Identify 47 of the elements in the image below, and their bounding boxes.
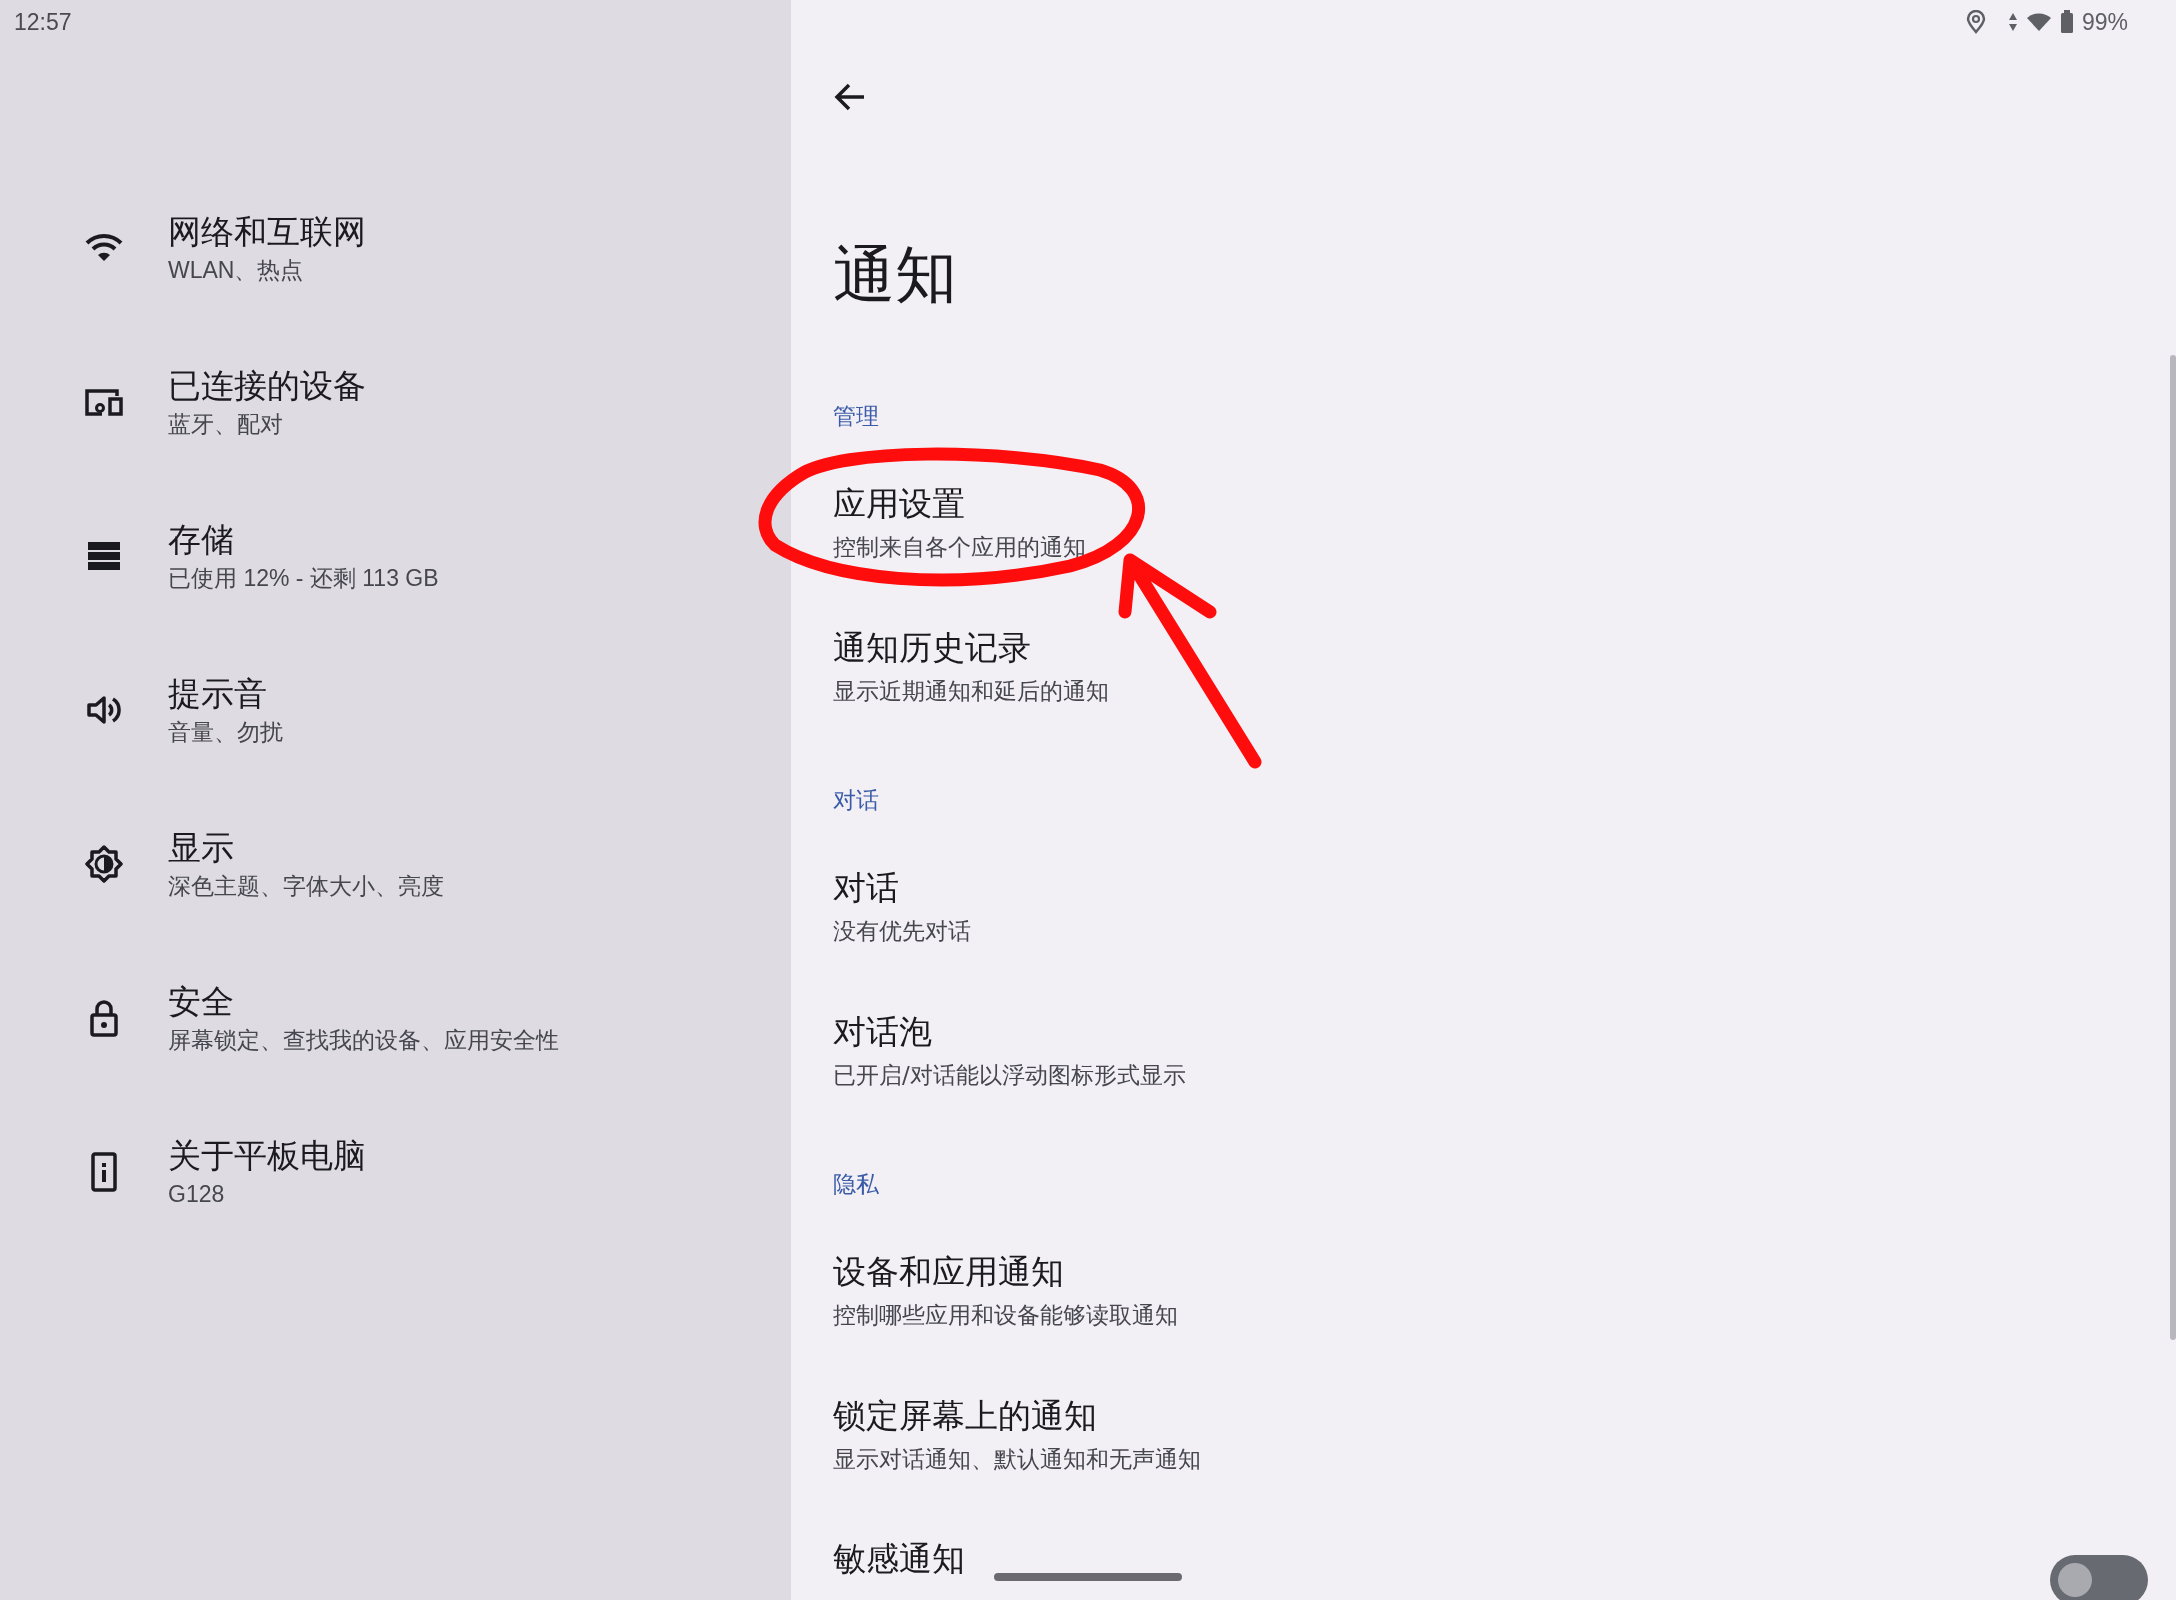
settings-item[interactable]: 应用设置 控制来自各个应用的通知 [833, 450, 2148, 594]
sidebar-item-subtitle: 深色主题、字体大小、亮度 [168, 872, 444, 901]
sidebar-item[interactable]: 显示 深色主题、字体大小、亮度 [0, 787, 791, 941]
section-heading: 对话 [833, 786, 879, 815]
settings-item-title: 敏感通知 [833, 1538, 965, 1580]
sidebar-item-title: 网络和互联网 [168, 211, 366, 253]
sidebar-item[interactable]: 关于平板电脑 G128 [0, 1095, 791, 1249]
lock-icon [89, 999, 119, 1037]
sidebar-item-title: 存储 [168, 519, 235, 561]
sidebar-item-subtitle: WLAN、热点 [168, 256, 305, 285]
sidebar-item[interactable]: 网络和互联网 WLAN、热点 [0, 171, 791, 325]
sidebar-item-title: 关于平板电脑 [168, 1135, 366, 1177]
wifi-signal-icon [2025, 12, 2052, 32]
battery-icon [2059, 10, 2074, 34]
sidebar-item-subtitle: 屏幕锁定、查找我的设备、应用安全性 [168, 1026, 559, 1055]
sidebar-item[interactable]: 提示音 音量、勿扰 [0, 633, 791, 787]
speaker-icon [86, 694, 122, 726]
storage-icon [87, 541, 121, 571]
wifi-icon [84, 233, 124, 263]
battery-percentage: 99% [2081, 8, 2128, 36]
toggle-switch[interactable] [2050, 1555, 2148, 1600]
sidebar-item-title: 已连接的设备 [168, 365, 366, 407]
settings-item[interactable]: 通知历史记录 显示近期通知和延后的通知 [833, 594, 2148, 738]
sidebar-item-subtitle: G128 [168, 1180, 226, 1209]
sidebar-item[interactable]: 存储 已使用 12% - 还剩 113 GB [0, 479, 791, 633]
sidebar-item-subtitle: 已使用 12% - 还剩 113 GB [168, 564, 439, 593]
location-icon [1965, 10, 1986, 34]
settings-item[interactable]: 设备和应用通知 控制哪些应用和设备能够读取通知 [833, 1218, 2148, 1362]
sidebar-item-subtitle: 音量、勿扰 [168, 718, 283, 747]
sidebar-item-title: 安全 [168, 981, 235, 1023]
tablet-info-icon [91, 1152, 117, 1192]
status-time: 12:57 [14, 8, 72, 36]
data-arrows-icon [2007, 12, 2018, 32]
sidebar-item-title: 显示 [168, 827, 235, 869]
page-title: 通知 [833, 237, 958, 313]
devices-icon [84, 387, 124, 417]
brightness-icon [85, 845, 123, 883]
sidebar-item[interactable]: 安全 屏幕锁定、查找我的设备、应用安全性 [0, 941, 791, 1095]
section-heading: 隐私 [833, 1170, 879, 1199]
sidebar-item-subtitle: 蓝牙、配对 [168, 410, 284, 439]
settings-item[interactable]: 锁定屏幕上的通知 显示对话通知、默认通知和无声通知 [833, 1362, 2148, 1506]
settings-item[interactable]: 对话泡 已开启/对话能以浮动图标形式显示 [833, 978, 2148, 1122]
back-arrow-icon[interactable] [833, 82, 867, 112]
section-heading: 管理 [833, 402, 879, 431]
sidebar-item[interactable]: 已连接的设备 蓝牙、配对 [0, 325, 791, 479]
settings-item[interactable]: 对话 没有优先对话 [833, 834, 2148, 978]
sidebar-item-title: 提示音 [168, 673, 268, 715]
